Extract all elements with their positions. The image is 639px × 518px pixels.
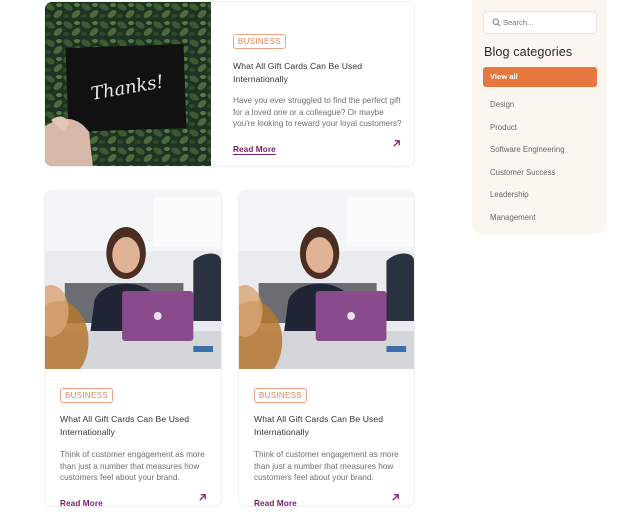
blog-page: Thanks! BUSINESS What All Gift Cards Can… — [0, 0, 639, 518]
read-more-row: Read More — [233, 139, 403, 154]
thanks-card-image: Thanks! — [45, 2, 211, 166]
blog-card[interactable]: BUSINESS What All Gift Cards Can Be Used… — [238, 190, 415, 507]
read-more-row: Read More — [60, 493, 209, 507]
category-badge[interactable]: BUSINESS — [233, 34, 286, 49]
search-icon — [492, 18, 501, 27]
read-more-row: Read More — [254, 493, 402, 507]
category-item-management[interactable]: Management — [490, 213, 565, 236]
card-body: BUSINESS What All Gift Cards Can Be Used… — [254, 385, 402, 507]
blog-card-featured[interactable]: Thanks! BUSINESS What All Gift Cards Can… — [44, 1, 415, 167]
post-excerpt: Think of customer engagement as more tha… — [60, 450, 205, 482]
read-more-link[interactable]: Read More — [233, 145, 276, 154]
arrow-up-right-icon[interactable] — [392, 139, 401, 148]
search-input[interactable] — [503, 15, 593, 30]
post-excerpt: Think of customer engagement as more tha… — [254, 450, 399, 482]
post-title[interactable]: What All Gift Cards Can Be Used Internat… — [233, 60, 403, 86]
search-box[interactable] — [483, 11, 597, 34]
category-list: Design Product Software Engineering Cust… — [490, 100, 565, 236]
view-all-button[interactable]: View all — [483, 67, 597, 87]
read-more-link[interactable]: Read More — [60, 499, 103, 507]
category-item-software-engineering[interactable]: Software Engineering — [490, 145, 565, 168]
category-badge[interactable]: BUSINESS — [254, 388, 307, 403]
post-title[interactable]: What All Gift Cards Can Be Used Internat… — [60, 413, 209, 439]
meeting-photo-image — [45, 191, 221, 369]
post-title[interactable]: What All Gift Cards Can Be Used Internat… — [254, 413, 402, 439]
card-body: BUSINESS What All Gift Cards Can Be Used… — [233, 31, 403, 154]
category-item-design[interactable]: Design — [490, 100, 565, 123]
blog-card[interactable]: BUSINESS What All Gift Cards Can Be Used… — [44, 190, 222, 507]
category-item-customer-success[interactable]: Customer Success — [490, 168, 565, 191]
category-badge[interactable]: BUSINESS — [60, 388, 113, 403]
arrow-up-right-icon[interactable] — [391, 493, 400, 502]
meeting-photo-image — [239, 191, 414, 369]
category-item-product[interactable]: Product — [490, 123, 565, 146]
category-item-leadership[interactable]: Leadership — [490, 190, 565, 213]
arrow-up-right-icon[interactable] — [198, 493, 207, 502]
blog-sidebar: Blog categories View all Design Product … — [472, 0, 607, 234]
read-more-link[interactable]: Read More — [254, 499, 297, 507]
sidebar-title: Blog categories — [484, 45, 573, 59]
card-body: BUSINESS What All Gift Cards Can Be Used… — [60, 385, 209, 507]
post-excerpt: Have you ever struggled to find the perf… — [233, 96, 402, 128]
